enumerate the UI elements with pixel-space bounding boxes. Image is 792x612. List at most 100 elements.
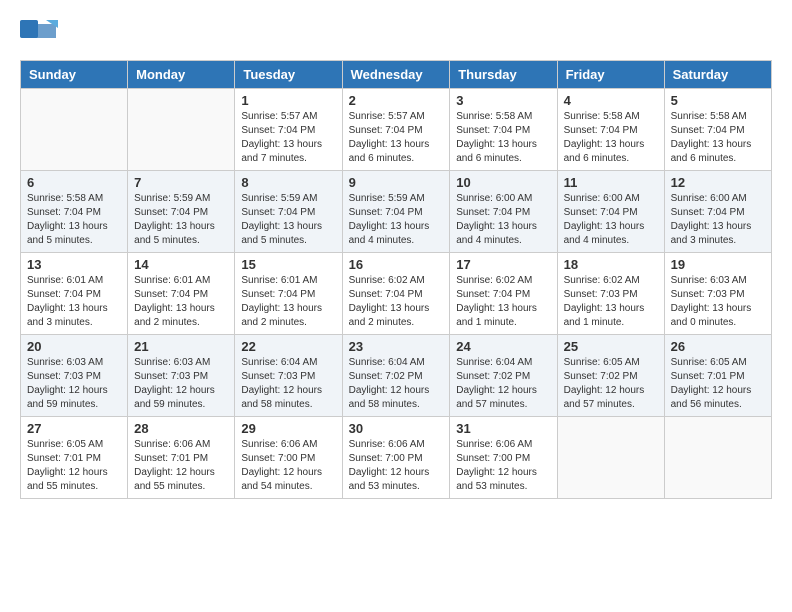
day-number: 17 (456, 257, 550, 272)
day-number: 23 (349, 339, 444, 354)
calendar-cell: 14 Sunrise: 6:01 AM Sunset: 7:04 PM Dayli… (128, 253, 235, 335)
calendar-cell: 17Sunrise: 6:02 AM Sunset: 7:04 PM Dayli… (450, 253, 557, 335)
day-info: Sunrise: 6:00 AM Sunset: 7:04 PM Dayligh… (671, 192, 765, 248)
day-number: 1 (241, 93, 335, 108)
day-info: Sunrise: 6:03 AM Sunset: 7:03 PM Dayligh… (27, 356, 121, 412)
calendar-cell: 24 Sunrise: 6:04 AM Sunset: 7:02 PM Dayli… (450, 335, 557, 417)
day-number: 11 (564, 175, 658, 190)
calendar-cell: 29 Sunrise: 6:06 AM Sunset: 7:00 PM Dayli… (235, 417, 342, 499)
calendar-header-row: SundayMondayTuesdayWednesdayThursdayFrid… (21, 61, 772, 89)
calendar-cell: 1 Sunrise: 5:57 AM Sunset: 7:04 PM Daylig… (235, 89, 342, 171)
calendar-cell: 21 Sunrise: 6:03 AM Sunset: 7:03 PM Dayli… (128, 335, 235, 417)
calendar-cell: 8Sunrise: 5:59 AM Sunset: 7:04 PM Daylig… (235, 171, 342, 253)
day-number: 4 (564, 93, 658, 108)
day-info: Sunrise: 6:04 AM Sunset: 7:03 PM Dayligh… (241, 356, 335, 412)
day-info: Sunrise: 5:58 AM Sunset: 7:04 PM Dayligh… (671, 110, 765, 166)
calendar-week-row: 27 Sunrise: 6:05 AM Sunset: 7:01 PM Dayli… (21, 417, 772, 499)
day-number: 18 (564, 257, 658, 272)
day-info: Sunrise: 5:57 AM Sunset: 7:04 PM Dayligh… (349, 110, 444, 166)
day-number: 28 (134, 421, 228, 436)
day-number: 25 (564, 339, 658, 354)
calendar-cell: 27 Sunrise: 6:05 AM Sunset: 7:01 PM Dayli… (21, 417, 128, 499)
day-header-saturday: Saturday (664, 61, 771, 89)
day-number: 20 (27, 339, 121, 354)
calendar-cell: 22 Sunrise: 6:04 AM Sunset: 7:03 PM Dayli… (235, 335, 342, 417)
calendar-cell: 2 Sunrise: 5:57 AM Sunset: 7:04 PM Daylig… (342, 89, 450, 171)
day-number: 27 (27, 421, 121, 436)
calendar-cell (21, 89, 128, 171)
day-info: Sunrise: 5:59 AM Sunset: 7:04 PM Dayligh… (134, 192, 228, 248)
calendar-week-row: 20 Sunrise: 6:03 AM Sunset: 7:03 PM Dayli… (21, 335, 772, 417)
calendar-cell: 28Sunrise: 6:06 AM Sunset: 7:01 PM Dayli… (128, 417, 235, 499)
day-number: 10 (456, 175, 550, 190)
calendar-cell: 20 Sunrise: 6:03 AM Sunset: 7:03 PM Dayli… (21, 335, 128, 417)
day-number: 3 (456, 93, 550, 108)
calendar-week-row: 1 Sunrise: 5:57 AM Sunset: 7:04 PM Daylig… (21, 89, 772, 171)
calendar-cell (128, 89, 235, 171)
calendar-cell: 18 Sunrise: 6:02 AM Sunset: 7:03 PM Dayli… (557, 253, 664, 335)
day-header-sunday: Sunday (21, 61, 128, 89)
day-number: 21 (134, 339, 228, 354)
day-number: 31 (456, 421, 550, 436)
day-info: Sunrise: 6:01 AM Sunset: 7:04 PM Dayligh… (134, 274, 228, 330)
day-number: 22 (241, 339, 335, 354)
day-header-friday: Friday (557, 61, 664, 89)
day-info: Sunrise: 6:02 AM Sunset: 7:04 PM Dayligh… (349, 274, 444, 330)
day-info: Sunrise: 6:05 AM Sunset: 7:01 PM Dayligh… (27, 438, 121, 494)
day-header-tuesday: Tuesday (235, 61, 342, 89)
day-info: Sunrise: 6:04 AM Sunset: 7:02 PM Dayligh… (456, 356, 550, 412)
calendar-cell: 26 Sunrise: 6:05 AM Sunset: 7:01 PM Dayli… (664, 335, 771, 417)
day-info: Sunrise: 6:01 AM Sunset: 7:04 PM Dayligh… (241, 274, 335, 330)
logo (20, 20, 62, 50)
day-info: Sunrise: 6:00 AM Sunset: 7:04 PM Dayligh… (564, 192, 658, 248)
day-number: 13 (27, 257, 121, 272)
calendar-cell: 6 Sunrise: 5:58 AM Sunset: 7:04 PM Daylig… (21, 171, 128, 253)
day-number: 24 (456, 339, 550, 354)
day-number: 5 (671, 93, 765, 108)
calendar-cell: 4Sunrise: 5:58 AM Sunset: 7:04 PM Daylig… (557, 89, 664, 171)
day-info: Sunrise: 5:58 AM Sunset: 7:04 PM Dayligh… (27, 192, 121, 248)
day-number: 16 (349, 257, 444, 272)
calendar-cell (557, 417, 664, 499)
calendar-cell: 31Sunrise: 6:06 AM Sunset: 7:00 PM Dayli… (450, 417, 557, 499)
day-header-monday: Monday (128, 61, 235, 89)
day-info: Sunrise: 6:01 AM Sunset: 7:04 PM Dayligh… (27, 274, 121, 330)
calendar-table: SundayMondayTuesdayWednesdayThursdayFrid… (20, 60, 772, 499)
day-info: Sunrise: 6:02 AM Sunset: 7:03 PM Dayligh… (564, 274, 658, 330)
calendar-cell: 23Sunrise: 6:04 AM Sunset: 7:02 PM Dayli… (342, 335, 450, 417)
day-number: 9 (349, 175, 444, 190)
calendar-cell: 11 Sunrise: 6:00 AM Sunset: 7:04 PM Dayli… (557, 171, 664, 253)
day-info: Sunrise: 6:06 AM Sunset: 7:00 PM Dayligh… (349, 438, 444, 494)
day-info: Sunrise: 6:05 AM Sunset: 7:01 PM Dayligh… (671, 356, 765, 412)
calendar-cell: 13 Sunrise: 6:01 AM Sunset: 7:04 PM Dayli… (21, 253, 128, 335)
calendar-cell: 3 Sunrise: 5:58 AM Sunset: 7:04 PM Daylig… (450, 89, 557, 171)
calendar-cell: 25Sunrise: 6:05 AM Sunset: 7:02 PM Dayli… (557, 335, 664, 417)
calendar-cell: 30 Sunrise: 6:06 AM Sunset: 7:00 PM Dayli… (342, 417, 450, 499)
logo-icon (20, 20, 58, 50)
day-number: 15 (241, 257, 335, 272)
calendar-cell: 9 Sunrise: 5:59 AM Sunset: 7:04 PM Daylig… (342, 171, 450, 253)
day-info: Sunrise: 6:06 AM Sunset: 7:00 PM Dayligh… (241, 438, 335, 494)
day-number: 29 (241, 421, 335, 436)
day-number: 6 (27, 175, 121, 190)
day-info: Sunrise: 6:03 AM Sunset: 7:03 PM Dayligh… (134, 356, 228, 412)
day-info: Sunrise: 5:59 AM Sunset: 7:04 PM Dayligh… (349, 192, 444, 248)
day-number: 8 (241, 175, 335, 190)
calendar-cell: 19Sunrise: 6:03 AM Sunset: 7:03 PM Dayli… (664, 253, 771, 335)
calendar-cell: 15 Sunrise: 6:01 AM Sunset: 7:04 PM Dayli… (235, 253, 342, 335)
day-number: 12 (671, 175, 765, 190)
day-info: Sunrise: 5:58 AM Sunset: 7:04 PM Dayligh… (456, 110, 550, 166)
day-info: Sunrise: 5:57 AM Sunset: 7:04 PM Dayligh… (241, 110, 335, 166)
day-info: Sunrise: 6:03 AM Sunset: 7:03 PM Dayligh… (671, 274, 765, 330)
calendar-cell: 10 Sunrise: 6:00 AM Sunset: 7:04 PM Dayli… (450, 171, 557, 253)
calendar-week-row: 13 Sunrise: 6:01 AM Sunset: 7:04 PM Dayli… (21, 253, 772, 335)
day-number: 30 (349, 421, 444, 436)
day-info: Sunrise: 6:00 AM Sunset: 7:04 PM Dayligh… (456, 192, 550, 248)
day-number: 14 (134, 257, 228, 272)
day-header-wednesday: Wednesday (342, 61, 450, 89)
calendar-cell: 12 Sunrise: 6:00 AM Sunset: 7:04 PM Dayli… (664, 171, 771, 253)
day-number: 2 (349, 93, 444, 108)
calendar-cell: 7Sunrise: 5:59 AM Sunset: 7:04 PM Daylig… (128, 171, 235, 253)
day-number: 26 (671, 339, 765, 354)
calendar-cell: 5 Sunrise: 5:58 AM Sunset: 7:04 PM Daylig… (664, 89, 771, 171)
